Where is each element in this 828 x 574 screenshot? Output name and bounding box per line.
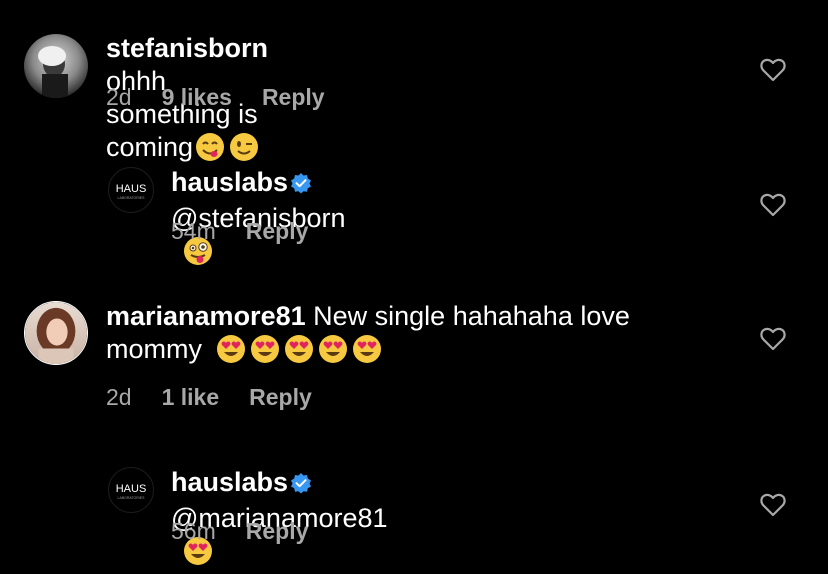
comment-meta: 54m Reply: [171, 217, 308, 245]
comment-text-continued: mommy: [106, 334, 202, 364]
comment-text: New single hahahaha love: [313, 301, 630, 331]
avatar-hauslabs[interactable]: HAUS LABORATORIES: [108, 167, 154, 213]
heart-eyes-emoji-icon: [352, 334, 382, 372]
winking-face-emoji-icon: [229, 132, 259, 170]
comment-time: 56m: [171, 518, 216, 544]
reply-button[interactable]: Reply: [249, 384, 312, 410]
comment-time: 2d: [106, 384, 132, 410]
username[interactable]: hauslabs: [171, 167, 288, 197]
heart-eyes-emoji-icon: [250, 334, 280, 372]
heart-eyes-emoji-icon: [284, 334, 314, 372]
verified-badge-icon: [290, 169, 312, 202]
like-heart-icon[interactable]: [760, 193, 786, 217]
likes-count[interactable]: 1 like: [162, 384, 220, 410]
comment-meta: 2d 9 likes Reply: [106, 83, 325, 111]
like-heart-icon[interactable]: [760, 327, 786, 351]
reply-button[interactable]: Reply: [246, 218, 309, 244]
reply-button[interactable]: Reply: [246, 518, 309, 544]
heart-eyes-emoji-icon: [318, 334, 348, 372]
avatar-logo-subtext: LABORATORIES: [118, 196, 146, 200]
username[interactable]: hauslabs: [171, 467, 288, 497]
savoring-face-emoji-icon: [195, 132, 225, 170]
reply-button[interactable]: Reply: [262, 84, 325, 110]
verified-badge-icon: [290, 469, 312, 502]
heart-eyes-emoji-icon: [216, 334, 246, 372]
comment-meta: 2d 1 like Reply: [106, 383, 312, 411]
comment-time: 54m: [171, 218, 216, 244]
avatar-logo-subtext: LABORATORIES: [118, 496, 146, 500]
likes-count[interactable]: 9 likes: [162, 84, 232, 110]
comment-body: marianamore81 New single hahahaha love m…: [106, 300, 726, 372]
avatar-stefanisborn[interactable]: [24, 34, 88, 98]
avatar-marianamore81[interactable]: [24, 301, 88, 365]
username[interactable]: stefanisborn: [106, 33, 268, 63]
comment-meta: 56m Reply: [171, 517, 308, 545]
comment-time: 2d: [106, 84, 132, 110]
avatar-logo-text: HAUS: [116, 483, 147, 495]
like-heart-icon[interactable]: [760, 493, 786, 517]
like-heart-icon[interactable]: [760, 58, 786, 82]
username[interactable]: marianamore81: [106, 301, 306, 331]
avatar-logo-text: HAUS: [116, 183, 147, 195]
avatar-hauslabs[interactable]: HAUS LABORATORIES: [108, 467, 154, 513]
